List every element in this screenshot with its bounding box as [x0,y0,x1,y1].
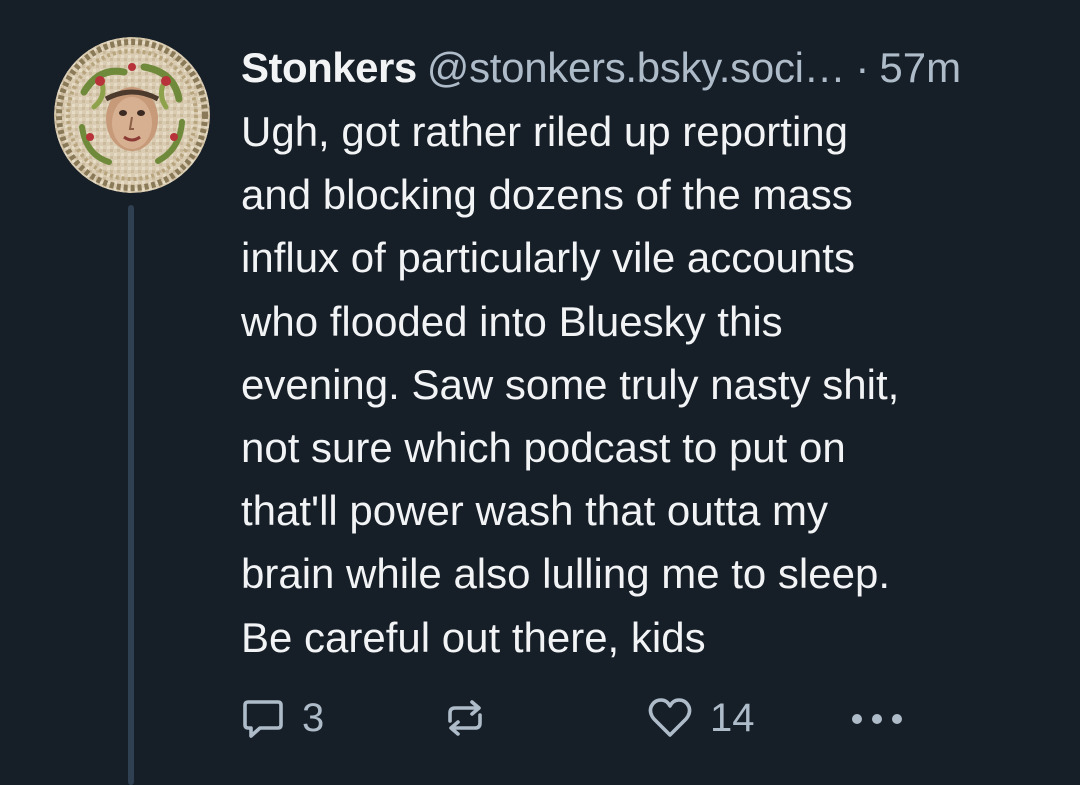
post-header: Stonkers @stonkers.bsky.soci… · 57m [241,40,961,96]
reply-button[interactable]: 3 [240,690,324,746]
like-button[interactable]: 14 [646,690,755,746]
mosaic-medusa-avatar-icon [54,37,210,193]
more-options-button[interactable] [850,690,904,746]
post[interactable]: Stonkers @stonkers.bsky.soci… · 57m Ugh, go… [0,0,1080,785]
post-text-line: and blocking dozens of the mass [241,171,853,219]
reply-icon [240,695,286,741]
post-text-line: Ugh, got rather riled up reporting [241,108,849,155]
post-timestamp[interactable]: 57m [879,44,961,91]
like-count: 14 [710,695,755,740]
header-separator: · [855,44,870,91]
post-text-line: Be careful out there, kids [241,613,706,661]
post-text: Ugh, got rather riled up reporting and b… [241,100,1041,669]
heart-icon [646,695,694,741]
post-text-line: that'll power wash that outta my [241,487,828,535]
author-avatar[interactable] [54,37,210,193]
post-actions: 3 14 [0,690,1080,746]
reply-count: 3 [302,695,325,740]
repost-button[interactable] [442,690,504,746]
more-icon [850,695,904,741]
author-display-name[interactable]: Stonkers [241,44,417,91]
repost-icon [442,695,488,741]
post-text-line: evening. Saw some truly nasty shit, [241,360,900,408]
post-text-line: brain while also lulling me to sleep. [241,550,891,598]
post-text-line: not sure which podcast to put on [241,424,846,472]
post-text-line: who flooded into Bluesky this [241,297,783,345]
author-handle[interactable]: @stonkers.bsky.soci… [427,44,846,91]
post-text-line: influx of particularly vile accounts [241,234,855,282]
